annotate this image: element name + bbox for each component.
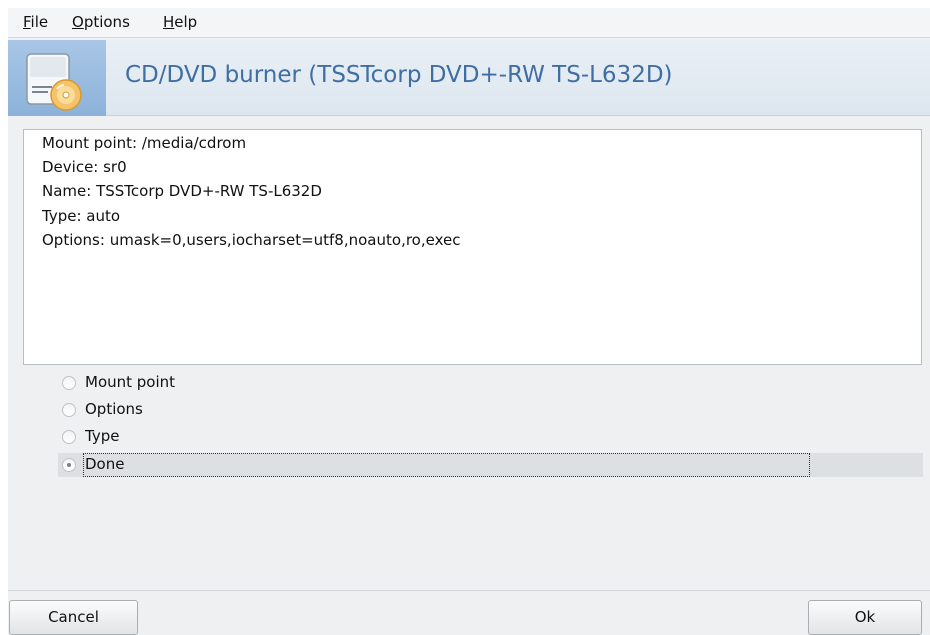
radio-mount-point[interactable]: Mount point bbox=[58, 371, 923, 395]
focus-indicator bbox=[83, 453, 810, 477]
info-name: Name: TSSTcorp DVD+-RW TS-L632D bbox=[42, 182, 322, 201]
radio-button-icon[interactable] bbox=[62, 430, 76, 444]
radio-type-label: Type bbox=[85, 427, 120, 445]
radio-done-label: Done bbox=[85, 455, 125, 473]
radio-button-icon[interactable] bbox=[62, 376, 76, 390]
header-banner: CD/DVD burner (TSSTcorp DVD+-RW TS-L632D… bbox=[8, 40, 930, 116]
button-separator bbox=[8, 590, 930, 591]
banner-icon-area bbox=[8, 40, 106, 116]
cd-drive-icon bbox=[26, 53, 82, 111]
menu-help[interactable]: Help bbox=[163, 13, 197, 31]
menu-help-label: elp bbox=[174, 13, 198, 31]
info-mount-point: Mount point: /media/cdrom bbox=[42, 134, 247, 152]
info-type: Type: auto bbox=[42, 206, 121, 225]
device-info-textbox[interactable]: Mount point: /media/cdrom Device: sr0 Na… bbox=[23, 129, 922, 365]
radio-type[interactable]: Type bbox=[58, 425, 923, 449]
radio-button-icon[interactable] bbox=[62, 403, 76, 417]
menu-file[interactable]: File bbox=[23, 13, 48, 31]
radio-dot-icon bbox=[67, 463, 71, 467]
banner-title: CD/DVD burner (TSSTcorp DVD+-RW TS-L632D… bbox=[125, 62, 673, 88]
radio-options-label: Options bbox=[85, 400, 143, 418]
radio-done[interactable]: Done bbox=[58, 453, 923, 477]
cancel-button[interactable]: Cancel bbox=[9, 600, 138, 635]
menubar: File Options Help bbox=[8, 8, 930, 38]
radio-button-checked-icon[interactable] bbox=[62, 458, 76, 472]
dialog-window: File Options Help CD/DVD burner (TSSTcor… bbox=[8, 8, 930, 635]
menu-file-accel: F bbox=[23, 13, 31, 31]
radio-mount-point-label: Mount point bbox=[85, 373, 176, 391]
info-options: Options: umask=0,users,iocharset=utf8,no… bbox=[42, 230, 461, 249]
menu-help-accel: H bbox=[163, 13, 175, 31]
menu-options[interactable]: Options bbox=[72, 13, 130, 31]
menu-file-label: ile bbox=[30, 13, 49, 31]
menu-options-accel: O bbox=[72, 13, 84, 31]
menu-options-label: ptions bbox=[83, 13, 130, 31]
radio-options[interactable]: Options bbox=[58, 398, 923, 422]
ok-button[interactable]: Ok bbox=[808, 600, 922, 635]
info-device: Device: sr0 bbox=[42, 158, 127, 177]
